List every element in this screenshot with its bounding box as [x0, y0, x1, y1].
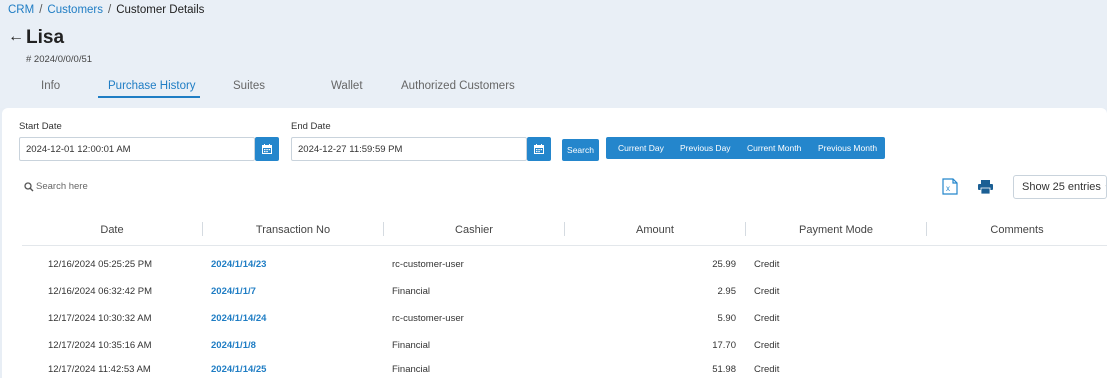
quick-range-group: Current Day Previous Day Current Month P…: [606, 137, 885, 159]
cell-date: 12/17/2024 10:30:32 AM: [48, 313, 152, 324]
end-date-input[interactable]: 2024-12-27 11:59:59 PM: [291, 137, 527, 161]
print-icon[interactable]: [978, 180, 993, 194]
cell-payment-mode: Credit: [754, 286, 780, 297]
cell-payment-mode: Credit: [754, 313, 780, 324]
current-month-button[interactable]: Current Month: [747, 137, 801, 159]
column-header-transaction-no: Transaction No: [255, 224, 331, 236]
table-row: 12/17/2024 11:42:53 AM 2024/1/14/25 Fina…: [0, 364, 1107, 378]
cell-date: 12/16/2024 05:25:25 PM: [48, 259, 153, 270]
tab-info[interactable]: Info: [41, 80, 60, 92]
cell-transaction-link[interactable]: 2024/1/14/23: [211, 259, 266, 270]
tab-purchase-history[interactable]: Purchase History: [108, 80, 196, 92]
cell-date: 12/17/2024 10:35:16 AM: [48, 340, 152, 351]
cell-cashier: rc-customer-user: [392, 313, 464, 324]
page-header: CRM / Customers / Customer Details ← Lisa # …: [0, 0, 1107, 108]
breadcrumb: CRM / Customers / Customer Details: [8, 4, 204, 16]
cell-transaction-link[interactable]: 2024/1/14/25: [211, 364, 266, 375]
column-header-cashier: Cashier: [455, 224, 493, 236]
cell-amount: 25.99: [712, 259, 736, 270]
cell-cashier: Financial: [392, 364, 431, 375]
calendar-icon: [262, 144, 272, 154]
breadcrumb-crm[interactable]: CRM: [8, 4, 34, 16]
cell-amount: 2.95: [717, 286, 737, 297]
previous-month-button[interactable]: Previous Month: [818, 137, 877, 159]
customer-id: # 2024/0/0/0/51: [26, 54, 93, 65]
svg-text:x: x: [946, 184, 950, 193]
entries-select-value: Show 25 entries: [1022, 181, 1101, 193]
column-header-payment-mode: Payment Mode: [799, 224, 873, 236]
end-calendar-button[interactable]: [527, 137, 551, 161]
table-row: 12/16/2024 06:32:42 PM 2024/1/1/7 Financ…: [0, 286, 1107, 310]
cell-transaction-link[interactable]: 2024/1/1/7: [211, 286, 256, 297]
search-input[interactable]: Search here: [36, 181, 88, 192]
search-button[interactable]: Search: [562, 139, 599, 161]
column-header-date: Date: [100, 224, 124, 236]
column-header-comments: Comments: [990, 224, 1044, 236]
cell-payment-mode: Credit: [754, 259, 780, 270]
tab-suites[interactable]: Suites: [233, 80, 265, 92]
table-row: 12/17/2024 10:35:16 AM 2024/1/1/8 Financ…: [0, 340, 1107, 364]
cell-amount: 5.90: [717, 313, 737, 324]
column-header-amount: Amount: [636, 224, 674, 236]
excel-export-icon[interactable]: x: [942, 178, 958, 195]
cell-cashier: Financial: [392, 340, 431, 351]
cell-date: 12/17/2024 11:42:53 AM: [48, 364, 151, 375]
cell-payment-mode: Credit: [754, 364, 780, 375]
cell-amount: 17.70: [712, 340, 736, 351]
start-calendar-button[interactable]: [255, 137, 279, 161]
previous-day-button[interactable]: Previous Day: [680, 137, 731, 159]
breadcrumb-current: Customer Details: [116, 4, 205, 16]
breadcrumb-separator: /: [108, 4, 112, 16]
cell-date: 12/16/2024 06:32:42 PM: [48, 286, 153, 297]
tab-wallet[interactable]: Wallet: [331, 80, 363, 92]
breadcrumb-customers[interactable]: Customers: [47, 4, 103, 16]
cell-cashier: Financial: [392, 286, 431, 297]
start-date-input[interactable]: 2024-12-01 12:00:01 AM: [19, 137, 255, 161]
cell-payment-mode: Credit: [754, 340, 780, 351]
tab-authorized-customers[interactable]: Authorized Customers: [401, 80, 515, 92]
start-date-label: Start Date: [19, 121, 62, 132]
current-day-button[interactable]: Current Day: [618, 137, 664, 159]
cell-amount: 51.98: [712, 364, 736, 375]
customer-name: Lisa: [26, 27, 65, 48]
cell-cashier: rc-customer-user: [392, 259, 464, 270]
cell-transaction-link[interactable]: 2024/1/1/8: [211, 340, 256, 351]
end-date-label: End Date: [291, 121, 331, 132]
header-divider: [22, 245, 1107, 246]
table-row: 12/16/2024 05:25:25 PM 2024/1/14/23 rc-c…: [0, 259, 1107, 283]
calendar-icon: [534, 144, 544, 154]
entries-select[interactable]: Show 25 entries▼: [1013, 175, 1107, 199]
breadcrumb-separator: /: [39, 4, 43, 16]
cell-transaction-link[interactable]: 2024/1/14/24: [211, 313, 266, 324]
back-arrow-icon[interactable]: ←: [8, 28, 24, 46]
search-icon: [24, 182, 34, 192]
active-tab-indicator: [98, 96, 200, 98]
table-row: 12/17/2024 10:30:32 AM 2024/1/14/24 rc-c…: [0, 313, 1107, 337]
